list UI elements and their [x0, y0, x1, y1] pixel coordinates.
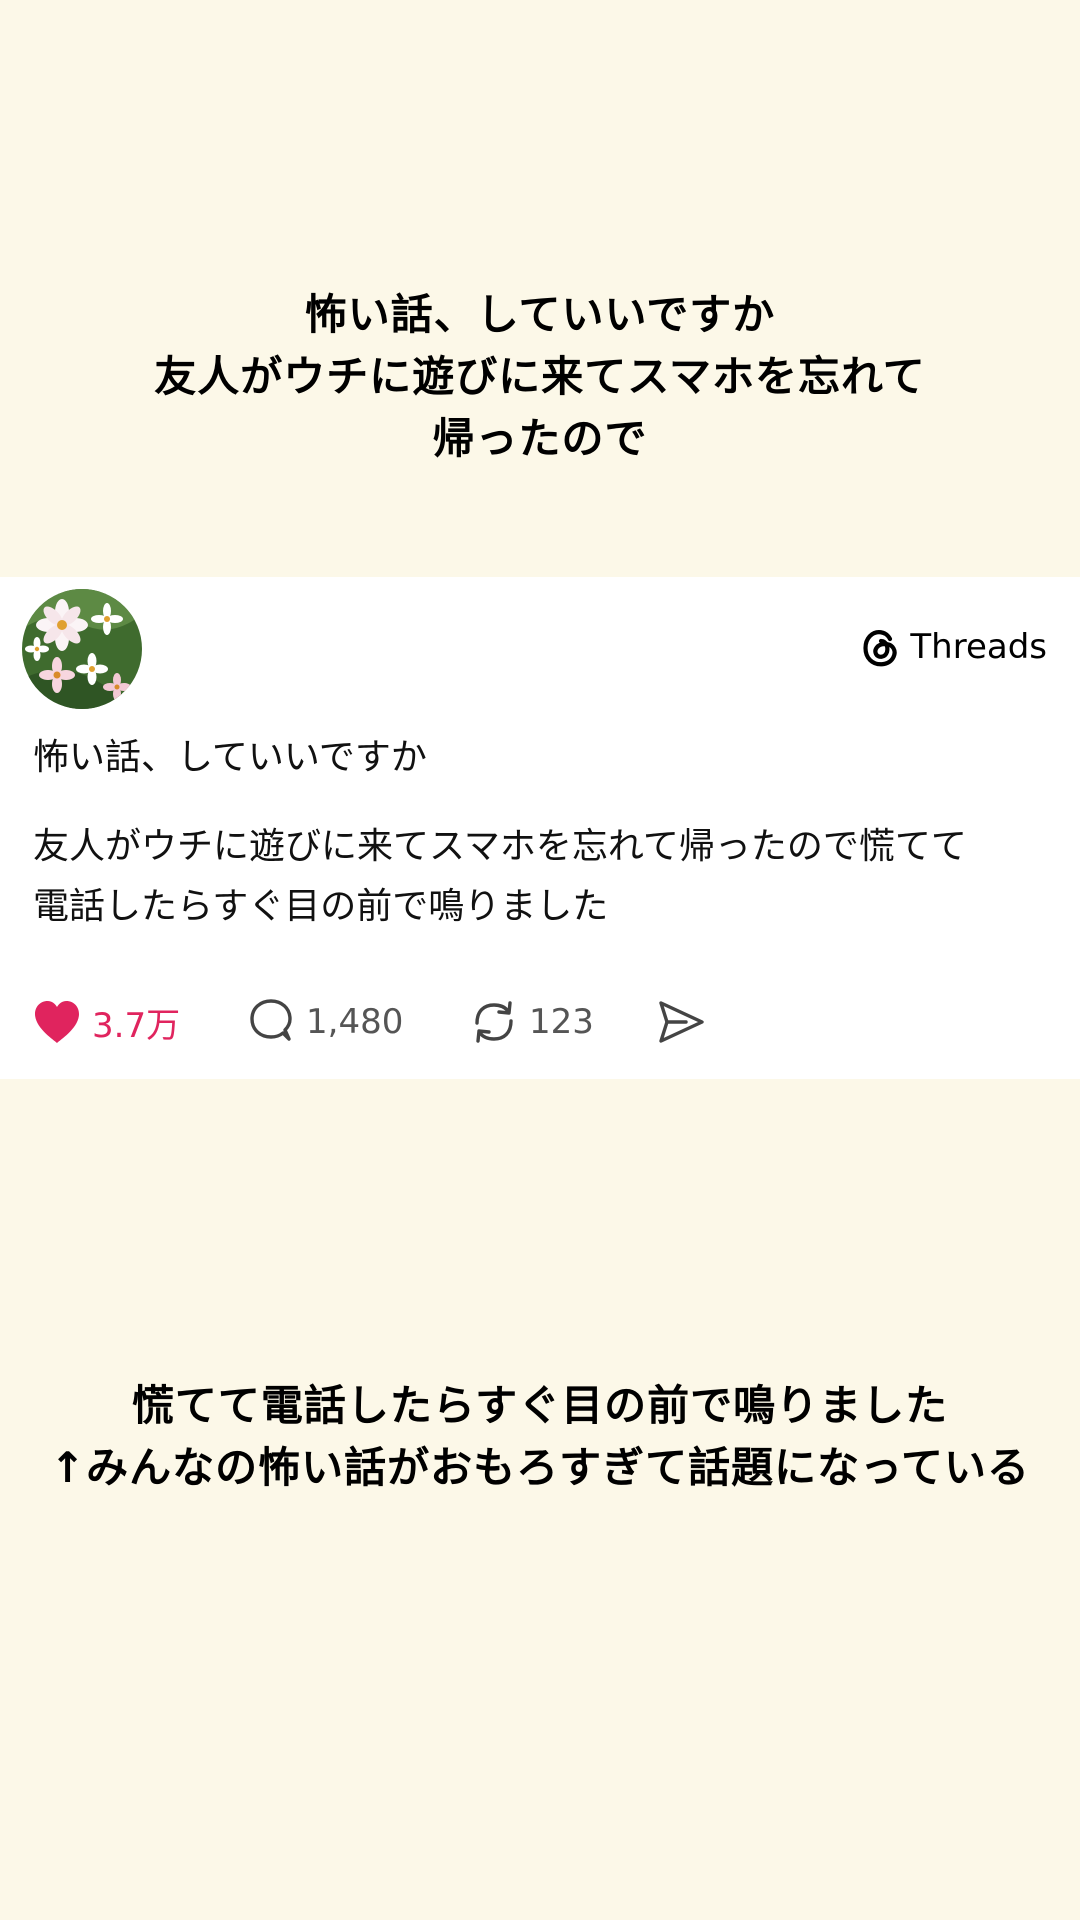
post-body: 友人がウチに遊びに来てスマホを忘れて帰ったので慌てて 電話したらすぐ目の前で鳴り… — [33, 817, 1053, 937]
repost-icon — [475, 1001, 513, 1043]
caption-top-line: 帰ったので — [432, 414, 648, 463]
comment-icon — [250, 999, 292, 1041]
post-body-line: 友人がウチに遊びに来てスマホを忘れて帰ったので慌てて — [33, 826, 967, 867]
repost-count: 123 — [529, 1002, 594, 1042]
caption-top-line: 友人がウチに遊びに来てスマホを忘れて — [154, 352, 926, 401]
like-count: 3.7万 — [92, 1005, 181, 1046]
caption-bottom: 慌てて電話したらすぐ目の前で鳴りました ↑みんなの怖い話がおもろすぎて話題になっ… — [0, 1375, 1080, 1499]
caption-top-line: 怖い話、していいですか — [304, 290, 776, 339]
caption-top: 怖い話、していいですか 友人がウチに遊びに来てスマホを忘れて 帰ったので — [0, 284, 1080, 470]
threads-post-card: Threads 怖い話、していいですか 友人がウチに遊びに来てスマホを忘れて帰っ… — [0, 577, 1080, 1079]
reply-count: 1,480 — [306, 1002, 404, 1042]
threads-logo-icon — [863, 630, 898, 667]
share-button[interactable] — [656, 992, 706, 1052]
like-button[interactable]: 3.7万 — [32, 992, 180, 1052]
brand-name: Threads — [910, 627, 1047, 667]
send-icon — [659, 1001, 704, 1043]
reply-button[interactable]: 1,480 — [246, 992, 403, 1052]
repost-button[interactable]: 123 — [469, 992, 594, 1052]
avatar[interactable] — [22, 589, 142, 709]
post-body-line: 電話したらすぐ目の前で鳴りました — [33, 886, 609, 927]
caption-bottom-line: 慌てて電話したらすぐ目の前で鳴りました — [131, 1381, 949, 1430]
heart-icon — [35, 1001, 79, 1043]
post-actions: 3.7万 1,480 123 — [0, 992, 1080, 1052]
threads-brand: Threads — [860, 622, 1047, 672]
post-title: 怖い話、していいですか — [33, 737, 427, 778]
caption-bottom-line: ↑みんなの怖い話がおもろすぎて話題になっている — [49, 1443, 1031, 1492]
flower-avatar-icon — [22, 589, 142, 709]
